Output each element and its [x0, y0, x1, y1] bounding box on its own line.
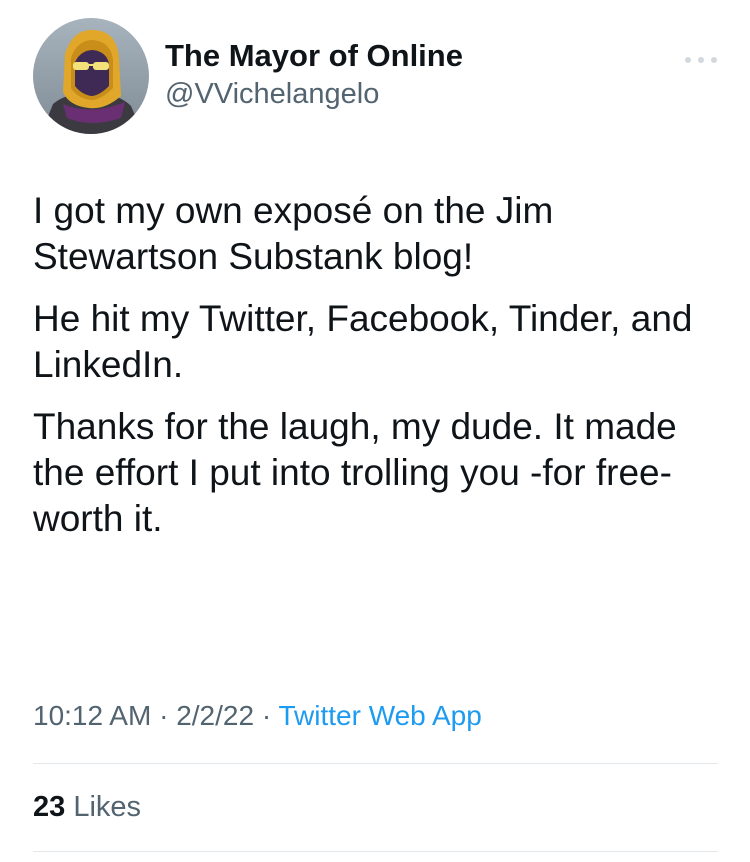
tweet: The Mayor of Online @VVichelangelo I got…	[0, 0, 750, 862]
divider	[33, 851, 718, 852]
tweet-text: I got my own exposé on the Jim Stewartso…	[33, 188, 723, 558]
tweet-paragraph: I got my own exposé on the Jim Stewartso…	[33, 190, 554, 277]
likes-stat[interactable]: 23 Likes	[33, 788, 141, 826]
more-dots-icon	[685, 57, 717, 63]
tweet-source-link[interactable]: Twitter Web App	[278, 700, 481, 731]
divider	[33, 763, 718, 764]
author-handle[interactable]: @VVichelangelo	[165, 76, 463, 112]
likes-count: 23	[33, 791, 66, 823]
author-display-name[interactable]: The Mayor of Online	[165, 38, 463, 74]
tweet-paragraph: Thanks for the laugh, my dude. It made t…	[33, 406, 677, 539]
tweet-paragraph: He hit my Twitter, Facebook, Tinder, and…	[33, 298, 693, 385]
tweet-date[interactable]: 2/2/22	[176, 700, 254, 731]
tweet-meta: 10:12 AM · 2/2/22 · Twitter Web App	[33, 697, 482, 735]
tweet-header: The Mayor of Online @VVichelangelo	[33, 18, 723, 136]
meta-separator: ·	[261, 700, 272, 731]
tweet-time[interactable]: 10:12 AM	[33, 700, 151, 731]
more-options-button[interactable]	[679, 48, 723, 72]
author-names: The Mayor of Online @VVichelangelo	[165, 38, 463, 112]
meta-separator: ·	[159, 700, 169, 731]
avatar[interactable]	[33, 18, 149, 134]
likes-label: Likes	[73, 791, 142, 823]
avatar-hooded-figure-icon	[33, 18, 149, 134]
